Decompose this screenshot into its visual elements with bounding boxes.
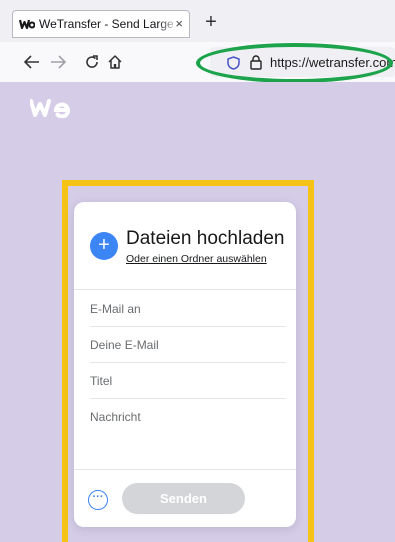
title-field[interactable] <box>90 362 286 399</box>
wetransfer-logo[interactable] <box>29 98 78 123</box>
browser-tab-wetransfer[interactable]: WeTransfer - Send Large Files & Share Ph… <box>12 10 190 38</box>
your-email-input[interactable] <box>90 338 286 352</box>
back-arrow-icon[interactable] <box>22 52 42 72</box>
email-to-field[interactable] <box>90 290 286 327</box>
home-icon[interactable] <box>105 52 125 72</box>
new-tab-button[interactable]: + <box>200 10 222 34</box>
wetransfer-favicon-icon <box>19 18 35 30</box>
more-options-icon[interactable]: ··· <box>88 490 108 510</box>
add-files-button[interactable]: + <box>90 232 118 260</box>
message-input[interactable] <box>90 410 286 430</box>
tab-strip: WeTransfer - Send Large Files & Share Ph… <box>0 0 395 42</box>
url-highlight-annotation <box>196 43 393 83</box>
divider <box>74 469 296 470</box>
forward-arrow-icon[interactable] <box>48 52 68 72</box>
tab-title: WeTransfer - Send Large Files & Share Ph… <box>39 17 179 31</box>
message-field[interactable] <box>90 398 286 468</box>
title-input[interactable] <box>90 374 286 388</box>
select-folder-link[interactable]: Oder einen Ordner auswählen <box>126 253 267 265</box>
close-tab-icon[interactable]: × <box>175 16 183 32</box>
send-button[interactable]: Senden <box>122 483 245 514</box>
upload-card: + Dateien hochladen Oder einen Ordner au… <box>74 202 296 527</box>
your-email-field[interactable] <box>90 326 286 363</box>
email-to-input[interactable] <box>90 302 286 316</box>
reload-icon[interactable] <box>82 52 102 72</box>
upload-title[interactable]: Dateien hochladen <box>126 228 284 250</box>
